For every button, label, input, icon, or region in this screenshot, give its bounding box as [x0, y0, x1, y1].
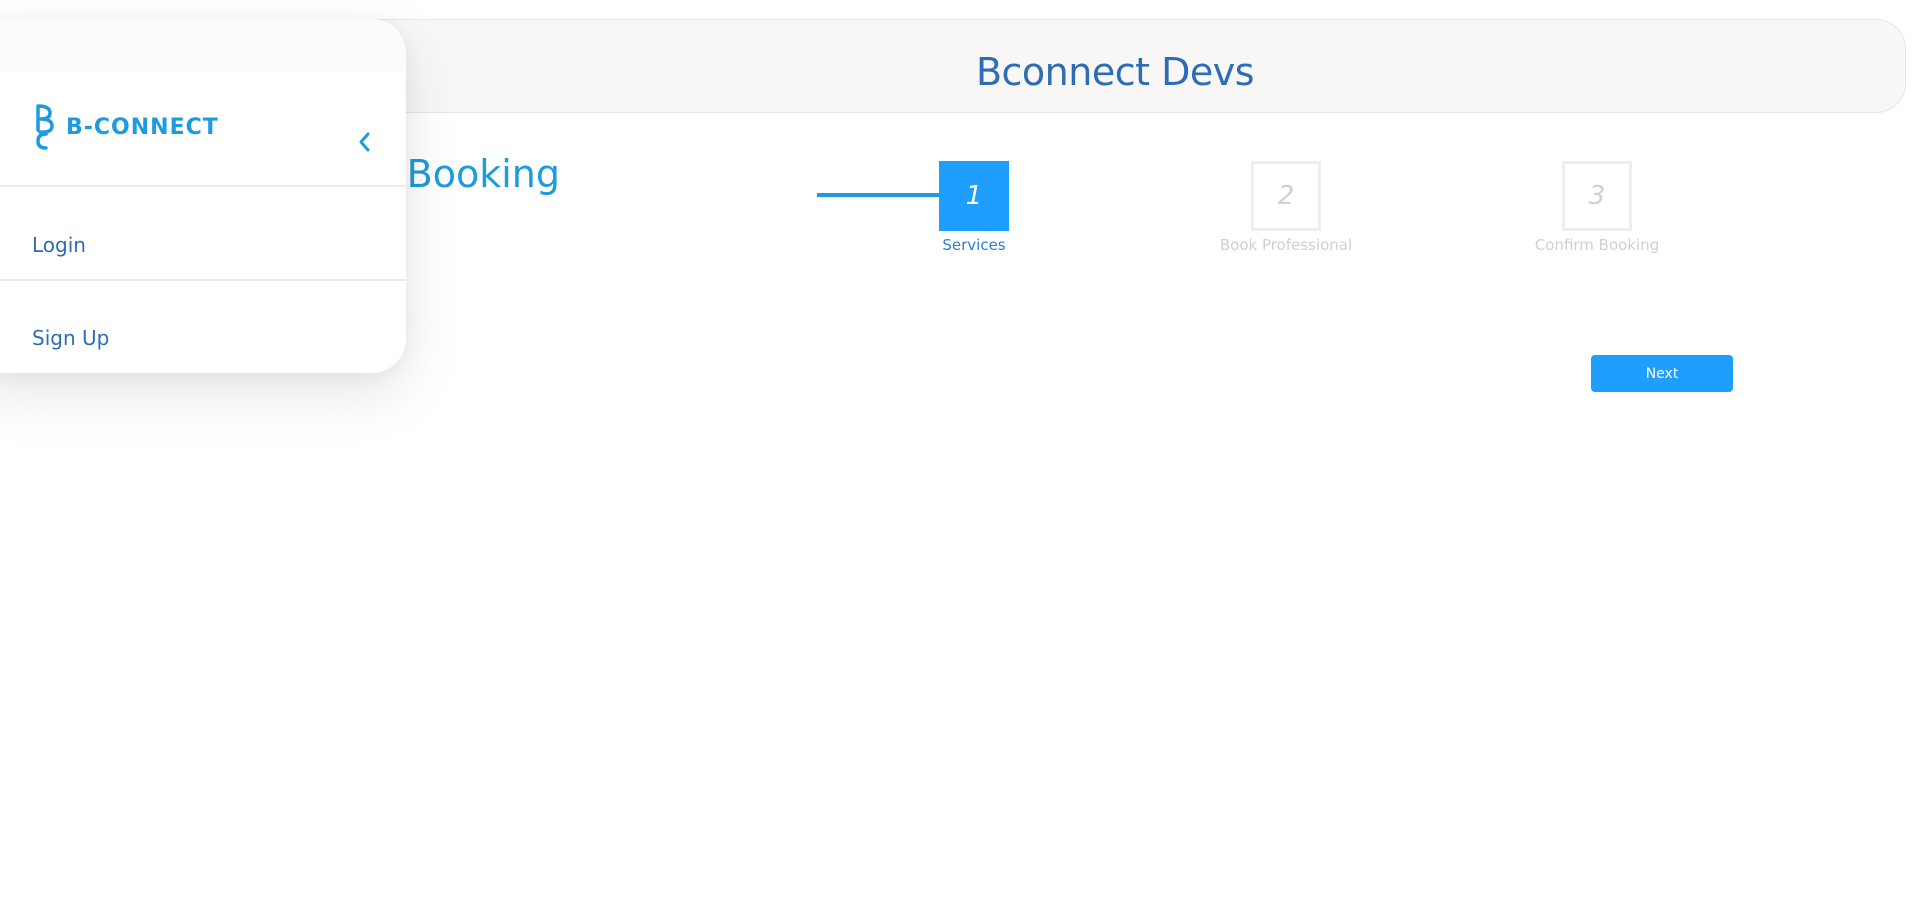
step-services[interactable]: 1 [939, 161, 1009, 231]
next-button[interactable]: Next [1591, 355, 1733, 392]
sidebar-item-login[interactable]: Login [32, 233, 86, 257]
step-number: 1 [965, 181, 983, 211]
step-number: 2 [1277, 181, 1295, 211]
sidebar-top-band [0, 19, 406, 71]
sidebar-item-sign-up[interactable]: Sign Up [32, 326, 109, 350]
step-number: 3 [1588, 181, 1606, 211]
step-label-book-professional: Book Professional [1219, 236, 1353, 254]
logo-text: B-CONNECT [66, 114, 219, 140]
bconnect-logo-icon [36, 104, 54, 150]
collapse-sidebar-button[interactable] [352, 130, 376, 154]
step-label-services: Services [942, 236, 1006, 254]
header-title: Bconnect Devs [975, 50, 1255, 94]
app-header: Bconnect Devs [300, 19, 1906, 113]
step-label-confirm-booking: Confirm Booking [1534, 236, 1660, 254]
sidebar-menu: B-CONNECT Login Sign Up [0, 19, 406, 373]
step-book-professional[interactable]: 2 [1251, 161, 1321, 231]
step-confirm-booking[interactable]: 3 [1562, 161, 1632, 231]
sidebar-divider [0, 279, 406, 281]
brand-logo[interactable]: B-CONNECT [32, 102, 219, 152]
chevron-left-icon [359, 132, 370, 152]
stepper-progress-line [817, 193, 939, 197]
sidebar-divider [0, 185, 406, 187]
